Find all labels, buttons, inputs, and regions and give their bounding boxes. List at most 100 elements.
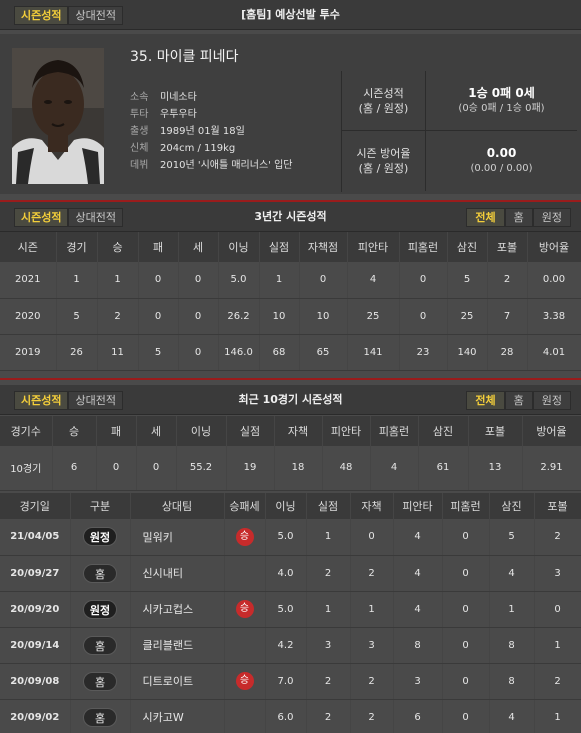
table-cell: 3 bbox=[393, 663, 443, 700]
summary-value-main: 0.00 bbox=[486, 146, 517, 160]
table-cell: 1 bbox=[97, 262, 139, 299]
table-cell: 4.01 bbox=[527, 334, 581, 371]
table-cell: 5 bbox=[56, 298, 98, 335]
column-header: 세 bbox=[178, 232, 219, 262]
table-cell: 4 bbox=[393, 519, 443, 556]
table-cell: 5.0 bbox=[218, 262, 260, 299]
column-header: 구분 bbox=[70, 493, 131, 519]
table-cell: 10 bbox=[259, 298, 300, 335]
game-date: 20/09/27 bbox=[0, 555, 71, 592]
table-cell: 61 bbox=[418, 446, 469, 491]
table-cell: 3.38 bbox=[527, 298, 581, 335]
recent10-filter-tabs: 전체 홈 원정 bbox=[466, 391, 571, 410]
table-cell: 0 bbox=[442, 555, 490, 592]
summary-value: 0.00 (0.00 / 0.00) bbox=[426, 131, 577, 191]
table-row[interactable]: 20/09/02 홈 시카고W 6.0 2 2 6 0 4 1 bbox=[0, 699, 581, 733]
opponent-team[interactable]: 시카고컵스 bbox=[130, 591, 225, 628]
table-cell: 0 bbox=[442, 627, 490, 664]
season3-table: 시즌 경기 승 패 세 이닝 실점 자책점 피안타 피홈런 삼진 포볼 방어율 2021 1 1 0 0 5.0 1… bbox=[0, 232, 581, 371]
column-header: 피홈런 bbox=[442, 493, 490, 519]
game-type-badge: 홈 bbox=[83, 635, 117, 655]
table-row[interactable]: 20/09/27 홈 신시내티 4.0 2 2 4 0 4 3 bbox=[0, 555, 581, 592]
table-cell: 7.0 bbox=[265, 663, 307, 700]
table-row[interactable]: 20/09/14 홈 클리블랜드 4.2 3 3 8 0 8 1 bbox=[0, 627, 581, 664]
info-key: 데뷔 bbox=[130, 160, 149, 171]
info-value: 우투우타 bbox=[160, 109, 197, 120]
tab-season-stats[interactable]: 시즌성적 bbox=[14, 6, 69, 25]
table-cell: 65 bbox=[299, 334, 348, 371]
game-date: 20/09/08 bbox=[0, 663, 71, 700]
game-date: 21/04/05 bbox=[0, 519, 71, 556]
table-cell: 4.0 bbox=[265, 555, 307, 592]
filter-home[interactable]: 홈 bbox=[504, 208, 533, 227]
table-cell: 5 bbox=[489, 519, 535, 556]
opponent-team[interactable]: 디트로이트 bbox=[130, 663, 225, 700]
table-cell: 0 bbox=[178, 334, 219, 371]
table-row[interactable]: 20/09/20 원정 시카고컵스 승 5.0 1 1 4 0 1 0 bbox=[0, 591, 581, 628]
table-cell: 2 bbox=[534, 663, 581, 700]
recent10-table: 경기수 승 패 세 이닝 실점 자책 피안타 피홈런 삼진 포볼 방어율 10경기 6 0 0 55.2 19 1… bbox=[0, 416, 581, 491]
tab-head-to-head[interactable]: 상대전적 bbox=[68, 208, 123, 227]
info-row-debut: 데뷔 2010년 '시애틀 매리너스' 입단 bbox=[130, 157, 292, 174]
summary-label-sub: (홈 / 원정) bbox=[358, 101, 409, 115]
info-value: 1989년 01월 18일 bbox=[160, 126, 245, 137]
tab-season-stats[interactable]: 시즌성적 bbox=[14, 208, 69, 227]
filter-all[interactable]: 전체 bbox=[466, 391, 505, 410]
table-cell: 2021 bbox=[0, 262, 57, 299]
column-header: 삼진 bbox=[447, 232, 488, 262]
table-cell: 141 bbox=[347, 334, 400, 371]
table-cell: 0 bbox=[350, 519, 394, 556]
summary-label-sub: (홈 / 원정) bbox=[358, 162, 409, 175]
filter-away[interactable]: 원정 bbox=[532, 208, 571, 227]
info-row-bats-throws: 투타 우투우타 bbox=[130, 106, 292, 123]
player-profile: 35. 마이클 피네다 소속 미네소타 투타 우투우타 출생 1989년 01월 18… bbox=[0, 34, 581, 194]
table-cell: 5 bbox=[138, 334, 179, 371]
table-cell: 10 bbox=[299, 298, 348, 335]
filter-all[interactable]: 전체 bbox=[466, 208, 505, 227]
table-cell: 0 bbox=[138, 262, 179, 299]
game-type-cell: 홈 bbox=[70, 555, 131, 592]
info-key: 소속 bbox=[130, 92, 149, 103]
tab-head-to-head[interactable]: 상대전적 bbox=[68, 6, 123, 25]
table-cell: 5.0 bbox=[265, 519, 307, 556]
player-name: 35. 마이클 피네다 bbox=[130, 49, 239, 65]
tab-head-to-head[interactable]: 상대전적 bbox=[68, 391, 123, 410]
player-photo bbox=[12, 48, 104, 184]
player-info-list: 소속 미네소타 투타 우투우타 출생 1989년 01월 18일 신체 204cm / … bbox=[130, 89, 292, 174]
table-cell: 26 bbox=[56, 334, 98, 371]
table-row[interactable]: 21/04/05 원정 밀워키 승 5.0 1 0 4 0 5 2 bbox=[0, 519, 581, 556]
opponent-team[interactable]: 클리블랜드 bbox=[130, 627, 225, 664]
opponent-team[interactable]: 밀워키 bbox=[130, 519, 225, 556]
column-header: 피안타 bbox=[322, 416, 371, 446]
header-tabs: 시즌성적 상대전적 bbox=[14, 6, 123, 25]
table-cell: 2020 bbox=[0, 298, 57, 335]
table-cell: 25 bbox=[447, 298, 488, 335]
table-cell: 4 bbox=[489, 555, 535, 592]
game-type-badge: 원정 bbox=[82, 599, 118, 619]
table-cell: 4 bbox=[393, 591, 443, 628]
table-cell: 3 bbox=[534, 555, 581, 592]
column-header: 포볼 bbox=[468, 416, 523, 446]
table-cell: 68 bbox=[259, 334, 300, 371]
tab-season-stats[interactable]: 시즌성적 bbox=[14, 391, 69, 410]
recent10-header-row: 경기수 승 패 세 이닝 실점 자책 피안타 피홈런 삼진 포볼 방어율 bbox=[0, 416, 581, 446]
table-cell: 0 bbox=[442, 519, 490, 556]
opponent-team[interactable]: 신시내티 bbox=[130, 555, 225, 592]
table-cell: 0 bbox=[178, 298, 219, 335]
table-cell: 146.0 bbox=[218, 334, 260, 371]
opponent-team[interactable]: 시카고W bbox=[130, 699, 225, 733]
win-badge: 승 bbox=[235, 600, 254, 618]
column-header: 패 bbox=[138, 232, 179, 262]
table-cell: 4 bbox=[347, 262, 400, 299]
table-cell: 1 bbox=[259, 262, 300, 299]
result-cell: 승 bbox=[224, 663, 266, 700]
table-cell: 2 bbox=[306, 699, 351, 733]
filter-away[interactable]: 원정 bbox=[532, 391, 571, 410]
table-cell: 26.2 bbox=[218, 298, 260, 335]
info-row-team: 소속 미네소타 bbox=[130, 89, 292, 106]
info-key: 출생 bbox=[130, 126, 149, 137]
filter-home[interactable]: 홈 bbox=[504, 391, 533, 410]
table-row[interactable]: 20/09/08 홈 디트로이트 승 7.0 2 2 3 0 8 2 bbox=[0, 663, 581, 700]
column-header: 포볼 bbox=[534, 493, 581, 519]
result-cell bbox=[224, 699, 266, 733]
